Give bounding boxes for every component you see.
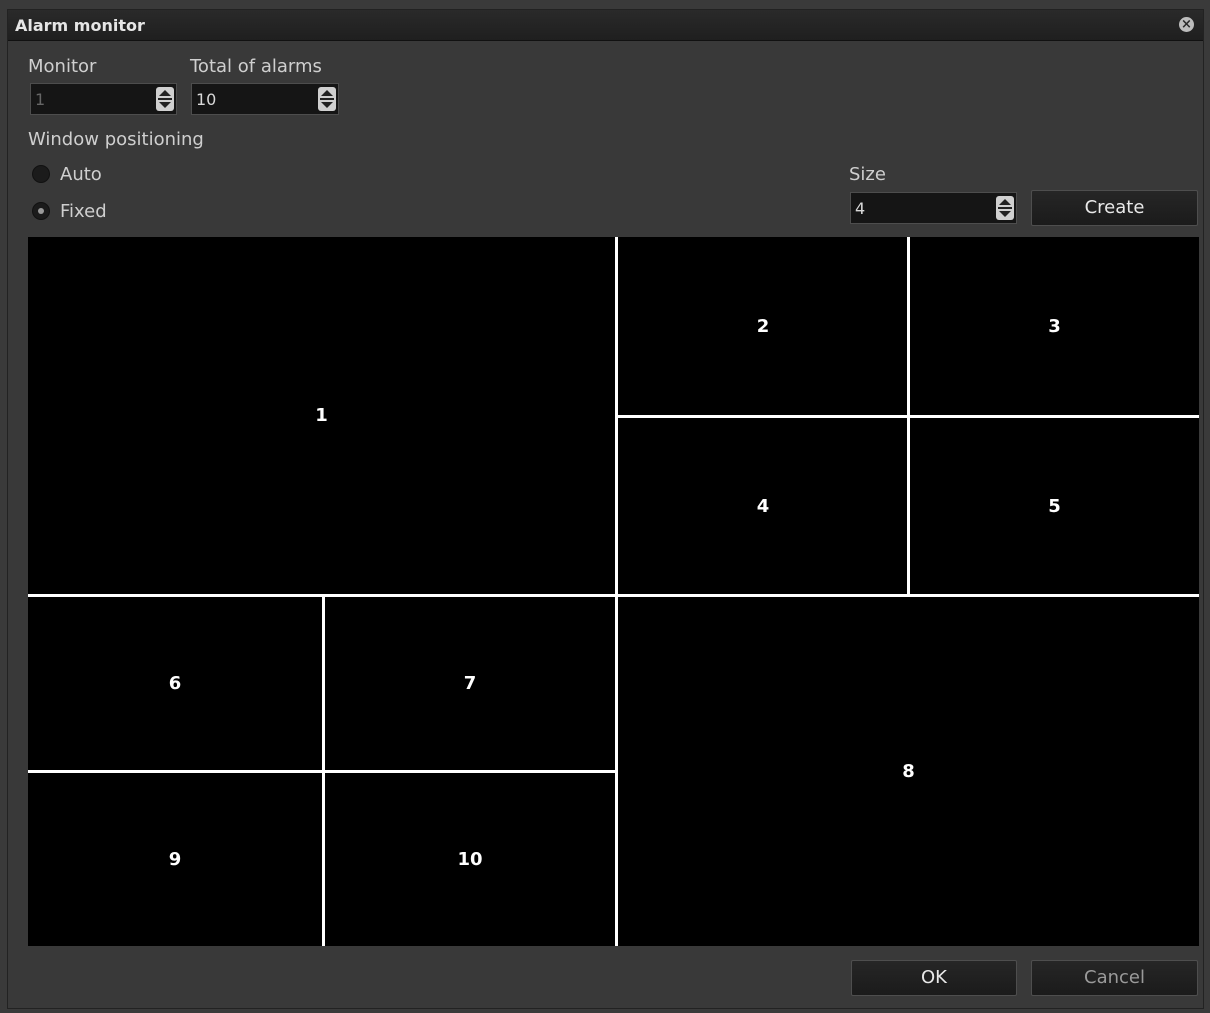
total-alarms-stepper[interactable]	[318, 87, 336, 111]
layout-cell-5[interactable]: 5	[910, 418, 1199, 594]
monitor-input	[31, 84, 154, 114]
stepper-divider	[320, 98, 334, 100]
grid-divider	[615, 237, 618, 946]
grid-divider	[618, 415, 1199, 418]
layout-cell-3[interactable]: 3	[910, 237, 1199, 415]
alarm-monitor-dialog: Alarm monitor × Monitor Total of alarms …	[7, 9, 1204, 1009]
arrow-down-icon[interactable]	[999, 211, 1011, 217]
stepper-divider	[158, 98, 172, 100]
size-input[interactable]	[851, 193, 994, 223]
stepper-divider	[998, 207, 1012, 209]
layout-cell-7[interactable]: 7	[325, 597, 615, 770]
arrow-up-icon	[159, 90, 171, 96]
radio-auto[interactable]	[32, 165, 50, 183]
total-alarms-spinbox[interactable]	[191, 83, 339, 115]
layout-cell-6[interactable]: 6	[28, 597, 322, 770]
arrow-down-icon	[159, 102, 171, 108]
layout-cell-10[interactable]: 10	[325, 773, 615, 946]
cancel-button[interactable]: Cancel	[1031, 960, 1198, 996]
monitor-label: Monitor	[28, 56, 97, 77]
ok-button[interactable]: OK	[851, 960, 1017, 996]
grid-divider	[28, 594, 1199, 597]
layout-cell-4[interactable]: 4	[618, 418, 908, 594]
arrow-up-icon[interactable]	[999, 199, 1011, 205]
close-icon[interactable]: ×	[1179, 17, 1194, 32]
grid-divider	[28, 770, 615, 773]
layout-cell-8[interactable]: 8	[618, 597, 1199, 946]
total-alarms-input[interactable]	[192, 84, 316, 114]
window-positioning-label: Window positioning	[28, 129, 204, 150]
radio-fixed[interactable]	[32, 202, 50, 220]
size-stepper[interactable]	[996, 196, 1014, 220]
size-spinbox[interactable]	[850, 192, 1017, 224]
layout-cell-1[interactable]: 1	[28, 237, 615, 594]
layout-cell-2[interactable]: 2	[618, 237, 908, 415]
total-alarms-label: Total of alarms	[190, 56, 322, 77]
create-button[interactable]: Create	[1031, 190, 1198, 226]
arrow-up-icon[interactable]	[321, 90, 333, 96]
monitor-stepper	[156, 87, 174, 111]
size-label: Size	[849, 164, 886, 185]
layout-cell-9[interactable]: 9	[28, 773, 322, 946]
window-title: Alarm monitor	[15, 16, 145, 35]
alarm-layout-grid: 1 2 3 4 5 6 7 8 9 10	[28, 237, 1199, 946]
radio-fixed-label[interactable]: Fixed	[60, 201, 107, 222]
monitor-spinbox	[30, 83, 177, 115]
title-bar[interactable]: Alarm monitor ×	[8, 10, 1203, 41]
arrow-down-icon[interactable]	[321, 102, 333, 108]
radio-auto-label[interactable]: Auto	[60, 164, 102, 185]
